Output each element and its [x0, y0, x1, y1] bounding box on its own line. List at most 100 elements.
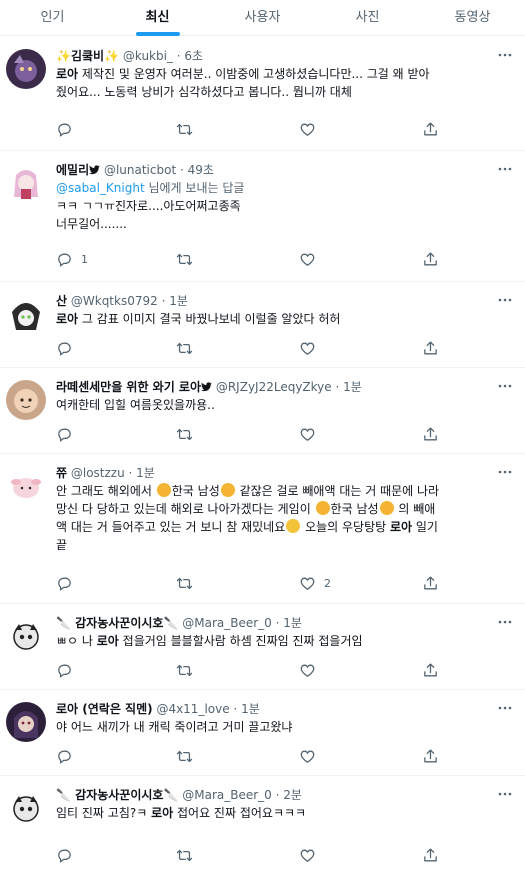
- timestamp[interactable]: 1분: [136, 466, 155, 480]
- tweet-text: 야 어느 새끼가 내 캐릭 죽이려고 거미 끌고왔냐: [56, 720, 293, 734]
- handle[interactable]: @Mara_Beer_0: [182, 788, 272, 802]
- retweet-button[interactable]: [176, 661, 201, 679]
- retweet-button[interactable]: [176, 250, 201, 268]
- more-icon[interactable]: [497, 49, 513, 61]
- reply-button[interactable]: [56, 846, 81, 864]
- tweet[interactable]: 에밀리 @lunaticbot · 49초 @sabal_Knight 님에게 …: [0, 151, 525, 282]
- reply-button[interactable]: [56, 339, 81, 357]
- more-icon[interactable]: [497, 788, 513, 800]
- share-button[interactable]: [422, 250, 439, 268]
- tab-photos[interactable]: 사진: [315, 0, 420, 35]
- reply-icon: [56, 575, 73, 592]
- more-icon[interactable]: [497, 294, 513, 306]
- handle[interactable]: @RJZyJ22LeqyZkye: [216, 380, 332, 394]
- reply-button[interactable]: [56, 574, 81, 592]
- avatar[interactable]: [6, 294, 46, 334]
- tweet[interactable]: 로아 (연락은 직멘) @4x11_love · 1분 야 어느 새끼가 내 캐…: [0, 690, 525, 776]
- share-button[interactable]: [422, 339, 439, 357]
- retweet-button[interactable]: [176, 747, 201, 765]
- timestamp[interactable]: 1분: [343, 380, 362, 394]
- like-button[interactable]: [299, 425, 324, 443]
- like-button[interactable]: [299, 120, 324, 138]
- avatar[interactable]: [6, 380, 46, 420]
- reply-button[interactable]: 1: [56, 250, 88, 268]
- avatar[interactable]: [6, 788, 46, 828]
- reply-button[interactable]: [56, 661, 81, 679]
- timestamp[interactable]: 49초: [188, 163, 214, 177]
- like-button[interactable]: [299, 339, 324, 357]
- avatar[interactable]: [6, 49, 46, 89]
- tweet-content: 🔪 감자농사꾼이시호🔪 @Mara_Beer_0 · 1분 ㅃㅇ 나 로아 접을…: [56, 614, 509, 650]
- like-button[interactable]: [299, 250, 324, 268]
- pointing-hand-icon: [156, 483, 171, 497]
- share-icon: [422, 748, 439, 765]
- more-icon[interactable]: [497, 466, 513, 478]
- avatar[interactable]: [6, 163, 46, 203]
- verified-icon: [201, 381, 212, 392]
- share-icon: [422, 847, 439, 864]
- avatar[interactable]: [6, 702, 46, 742]
- display-name[interactable]: 쮸: [56, 466, 67, 480]
- handle[interactable]: @Wkqtks0792: [71, 294, 158, 308]
- share-button[interactable]: [422, 846, 439, 864]
- share-button[interactable]: [422, 747, 439, 765]
- reply-icon: [56, 121, 73, 138]
- share-button[interactable]: [422, 661, 439, 679]
- reply-button[interactable]: [56, 747, 81, 765]
- timestamp[interactable]: 2분: [283, 788, 302, 802]
- handle[interactable]: @kukbi_: [123, 49, 173, 63]
- tweet[interactable]: ✨김쿸비✨ @kukbi_ · 6초 로아 제작진 및 운영자 여러분.. 이밤…: [0, 37, 525, 151]
- share-button[interactable]: [422, 120, 439, 138]
- display-name[interactable]: ✨김쿸비✨: [56, 49, 119, 63]
- reply-mention[interactable]: @sabal_Knight: [56, 181, 145, 195]
- timestamp[interactable]: 1분: [241, 702, 260, 716]
- retweet-button[interactable]: [176, 574, 201, 592]
- timestamp[interactable]: 1분: [169, 294, 188, 308]
- like-button[interactable]: [299, 747, 324, 765]
- like-button[interactable]: [299, 846, 324, 864]
- avatar[interactable]: [6, 616, 46, 656]
- tab-top[interactable]: 인기: [0, 0, 105, 35]
- tweet[interactable]: 라떼센세만을 위한 와기 로아 @RJZyJ22LeqyZkye · 1분 여캐…: [0, 368, 525, 454]
- tweet[interactable]: 쮸 @lostzzu · 1분 안 그래도 해외에서 한국 남성 같잖은 걸로 …: [0, 454, 525, 604]
- display-name[interactable]: 에밀리: [56, 163, 89, 177]
- like-button[interactable]: 2: [299, 574, 331, 592]
- tweet[interactable]: 🔪 감자농사꾼이시호🔪 @Mara_Beer_0 · 1분 ㅃㅇ 나 로아 접을…: [0, 604, 525, 690]
- display-name[interactable]: 산: [56, 294, 67, 308]
- handle[interactable]: @4x11_love: [156, 702, 229, 716]
- like-button[interactable]: [299, 661, 324, 679]
- handle[interactable]: @lostzzu: [71, 466, 125, 480]
- tweet[interactable]: 산 @Wkqtks0792 · 1분 로아 그 감표 이미지 결국 바꿨나보네 …: [0, 282, 525, 368]
- reply-button[interactable]: [56, 425, 81, 443]
- display-name[interactable]: 🔪 감자농사꾼이시호🔪: [56, 616, 178, 630]
- tab-videos[interactable]: 동영상: [420, 0, 525, 35]
- more-icon[interactable]: [497, 702, 513, 714]
- share-button[interactable]: [422, 425, 439, 443]
- share-button[interactable]: [422, 574, 439, 592]
- tweet-text: 임티 진짜 고침?ㅋ 로아 접어요 진짜 접어요ㅋㅋㅋ: [56, 806, 307, 820]
- retweet-button[interactable]: [176, 425, 201, 443]
- reply-icon: [56, 340, 73, 357]
- tweet-header: 라떼센세만을 위한 와기 로아 @RJZyJ22LeqyZkye · 1분: [56, 380, 362, 394]
- timestamp[interactable]: 1분: [283, 616, 302, 630]
- display-name[interactable]: 🔪 감자농사꾼이시호🔪: [56, 788, 178, 802]
- retweet-button[interactable]: [176, 120, 201, 138]
- retweet-button[interactable]: [176, 339, 201, 357]
- tab-latest[interactable]: 최신: [105, 0, 210, 36]
- avatar[interactable]: [6, 466, 46, 506]
- display-name[interactable]: 라떼센세만을 위한 와기 로아: [56, 380, 201, 394]
- pointing-hand-icon: [379, 501, 394, 515]
- more-icon[interactable]: [497, 163, 513, 175]
- retweet-button[interactable]: [176, 846, 201, 864]
- reply-button[interactable]: [56, 120, 81, 138]
- tweet-content: 라떼센세만을 위한 와기 로아 @RJZyJ22LeqyZkye · 1분 여캐…: [56, 378, 509, 414]
- timestamp[interactable]: 6초: [184, 49, 203, 63]
- handle[interactable]: @Mara_Beer_0: [182, 616, 272, 630]
- tab-people[interactable]: 사용자: [210, 0, 315, 35]
- more-icon[interactable]: [497, 616, 513, 628]
- more-icon[interactable]: [497, 380, 513, 392]
- tweet-actions: [56, 846, 446, 864]
- handle[interactable]: @lunaticbot: [104, 163, 176, 177]
- tweet[interactable]: 🔪 감자농사꾼이시호🔪 @Mara_Beer_0 · 2분 임티 진짜 고침?ㅋ…: [0, 776, 525, 882]
- display-name[interactable]: 로아 (연락은 직멘): [56, 702, 153, 716]
